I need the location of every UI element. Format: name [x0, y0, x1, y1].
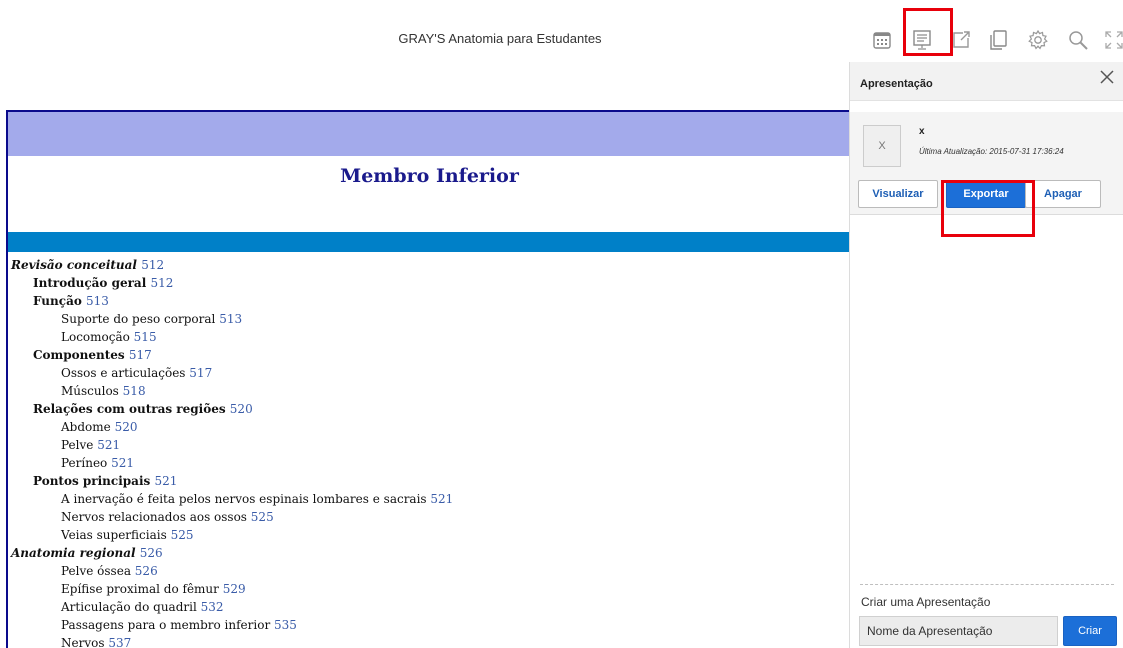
presentation-name: x — [919, 126, 925, 137]
toc-item-title: Componentes — [33, 348, 125, 362]
toc-item-page[interactable]: 515 — [134, 330, 157, 344]
toc-item-title: Nervos — [61, 636, 105, 648]
toc-item[interactable]: Pelve 521 — [11, 436, 841, 454]
toc-item-page[interactable]: 518 — [123, 384, 146, 398]
toc-item[interactable]: Introdução geral 512 — [11, 274, 841, 292]
toc-item-title: Períneo — [61, 456, 108, 470]
presentation-icon[interactable] — [908, 26, 936, 54]
toc-item[interactable]: A inervação é feita pelos nervos espinai… — [11, 490, 841, 508]
toc-item-page[interactable]: 521 — [97, 438, 120, 452]
toc-item-page[interactable]: 535 — [274, 618, 297, 632]
table-of-contents: Revisão conceitual 512 Introdução geral 5… — [11, 256, 841, 648]
toc-item[interactable]: Músculos 518 — [11, 382, 841, 400]
toc-item[interactable]: Revisão conceitual 512 — [11, 256, 841, 274]
toc-item-page[interactable]: 513 — [219, 312, 242, 326]
toc-item-title: Ossos e articulações — [61, 366, 186, 380]
share-icon[interactable] — [947, 26, 975, 54]
toc-item[interactable]: Suporte do peso corporal 513 — [11, 310, 841, 328]
toc-item-title: Anatomia regional — [11, 546, 136, 560]
toc-item-title: Função — [33, 294, 82, 308]
calendar-icon[interactable] — [868, 26, 896, 54]
section-band — [8, 232, 851, 252]
toc-item-title: Suporte do peso corporal — [61, 312, 216, 326]
create-button[interactable]: Criar — [1063, 616, 1117, 646]
view-button[interactable]: Visualizar — [858, 180, 938, 208]
reader-page: Membro Inferior Revisão conceitual 512 In… — [6, 110, 851, 648]
create-presentation-label: Criar uma Apresentação — [861, 595, 991, 609]
toc-item[interactable]: Nervos 537 — [11, 634, 841, 648]
toc-item[interactable]: Períneo 521 — [11, 454, 841, 472]
book-title: GRAY'S Anatomia para Estudantes — [398, 31, 602, 46]
toc-item-page[interactable]: 529 — [223, 582, 246, 596]
toc-item[interactable]: Passagens para o membro inferior 535 — [11, 616, 841, 634]
toc-item[interactable]: Componentes 517 — [11, 346, 841, 364]
toc-item-title: Pelve — [61, 438, 94, 452]
panel-header: Apresentação — [850, 62, 1123, 101]
presentation-updated: Última Atualização: 2015-07-31 17:36:24 — [919, 147, 1064, 156]
search-icon[interactable] — [1064, 26, 1092, 54]
toc-item-page[interactable]: 520 — [230, 402, 253, 416]
toc-item-title: Relações com outras regiões — [33, 402, 226, 416]
toc-item-title: Nervos relacionados aos ossos — [61, 510, 247, 524]
toc-item-page[interactable]: 517 — [129, 348, 152, 362]
toc-item-title: Passagens para o membro inferior — [61, 618, 271, 632]
toc-item-title: Músculos — [61, 384, 119, 398]
toc-item[interactable]: Epífise proximal do fêmur 529 — [11, 580, 841, 598]
toc-item-title: Veias superficiais — [61, 528, 167, 542]
toc-item-page[interactable]: 532 — [201, 600, 224, 614]
toc-item[interactable]: Relações com outras regiões 520 — [11, 400, 841, 418]
toc-item-title: Revisão conceitual — [11, 258, 137, 272]
divider — [860, 584, 1114, 585]
toc-item[interactable]: Abdome 520 — [11, 418, 841, 436]
toc-item-page[interactable]: 525 — [251, 510, 274, 524]
toc-item-page[interactable]: 525 — [171, 528, 194, 542]
presentation-card: X x Última Atualização: 2015-07-31 17:36… — [850, 112, 1123, 215]
fullscreen-icon[interactable] — [1100, 26, 1123, 54]
toc-item[interactable]: Pelve óssea 526 — [11, 562, 841, 580]
toc-item-title: Abdome — [61, 420, 111, 434]
toc-item[interactable]: Locomoção 515 — [11, 328, 841, 346]
toc-item[interactable]: Pontos principais 521 — [11, 472, 841, 490]
toc-item-page[interactable]: 512 — [141, 258, 164, 272]
toc-item-page[interactable]: 513 — [86, 294, 109, 308]
export-button[interactable]: Exportar — [946, 180, 1026, 208]
toc-item-title: Locomoção — [61, 330, 130, 344]
toc-item-title: Pelve óssea — [61, 564, 131, 578]
panel-title: Apresentação — [860, 78, 933, 90]
presentation-thumbnail[interactable]: X — [863, 125, 901, 167]
toc-item[interactable]: Anatomia regional 526 — [11, 544, 841, 562]
toc-item-title: Articulação do quadril — [61, 600, 197, 614]
toc-item[interactable]: Função 513 — [11, 292, 841, 310]
toc-item-page[interactable]: 526 — [135, 564, 158, 578]
toc-item-title: A inervação é feita pelos nervos espinai… — [61, 492, 427, 506]
copy-icon[interactable] — [984, 26, 1012, 54]
close-icon[interactable] — [1098, 68, 1116, 86]
toc-item[interactable]: Articulação do quadril 532 — [11, 598, 841, 616]
toc-item-title: Epífise proximal do fêmur — [61, 582, 219, 596]
toc-item-page[interactable]: 521 — [111, 456, 134, 470]
toc-item-page[interactable]: 537 — [108, 636, 131, 648]
settings-icon[interactable] — [1024, 26, 1052, 54]
toc-item-page[interactable]: 526 — [140, 546, 163, 560]
toc-item-page[interactable]: 520 — [115, 420, 138, 434]
presentation-panel: Apresentação X x Última Atualização: 201… — [849, 62, 1123, 648]
toc-item[interactable]: Veias superficiais 525 — [11, 526, 841, 544]
toc-item-title: Introdução geral — [33, 276, 147, 290]
toc-item-page[interactable]: 517 — [189, 366, 212, 380]
toc-item[interactable]: Nervos relacionados aos ossos 525 — [11, 508, 841, 526]
chapter-title: Membro Inferior — [340, 165, 519, 187]
toc-item-page[interactable]: 521 — [430, 492, 453, 506]
toc-item-page[interactable]: 521 — [154, 474, 177, 488]
toc-item[interactable]: Ossos e articulações 517 — [11, 364, 841, 382]
header-band — [8, 112, 851, 156]
toc-item-page[interactable]: 512 — [150, 276, 173, 290]
presentation-name-input[interactable] — [859, 616, 1058, 646]
toc-item-title: Pontos principais — [33, 474, 151, 488]
delete-button[interactable]: Apagar — [1025, 180, 1101, 208]
